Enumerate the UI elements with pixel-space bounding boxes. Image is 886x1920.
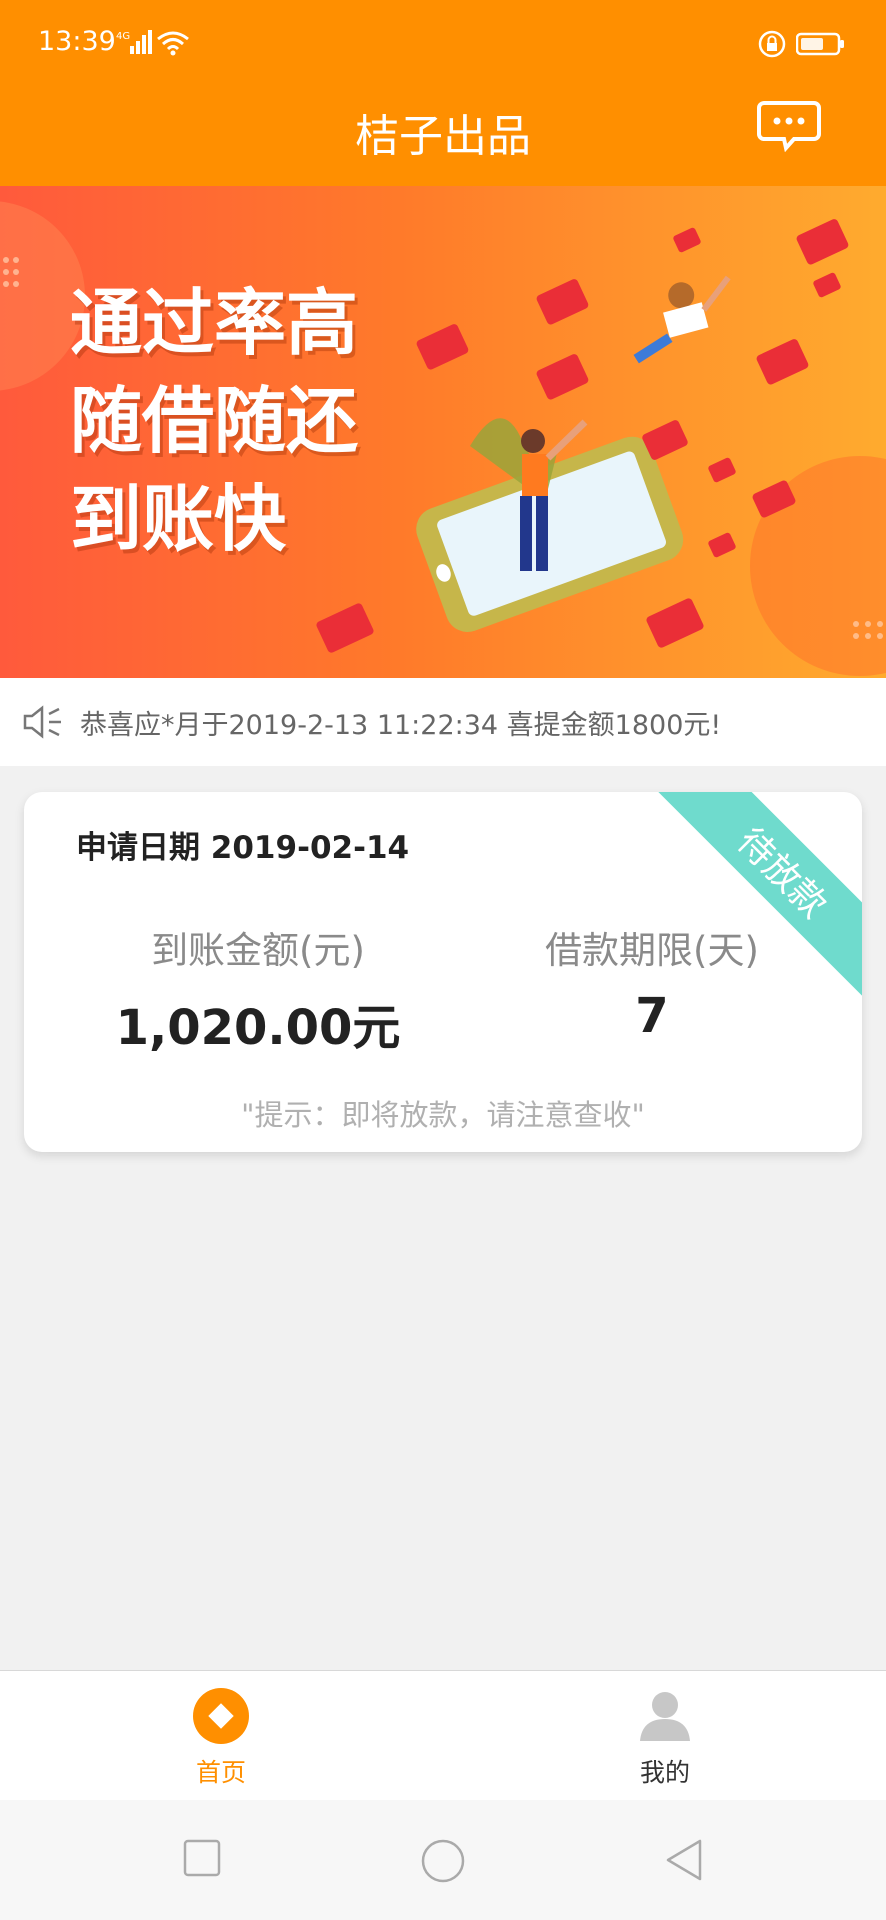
banner-line-1: 通过率高 xyxy=(70,281,359,365)
bottom-tab-bar: 首页 我的 xyxy=(0,1670,886,1801)
notice-text: 恭喜应*月于2019-2-13 11:22:34 喜提金额1800元! xyxy=(80,709,722,741)
user-icon xyxy=(640,1692,690,1741)
card-tip: "提示：即将放款，请注意查收" xyxy=(241,1098,645,1132)
term-value: 7 xyxy=(635,988,669,1044)
amount-section: 到账金额(元) 1,020.00元 xyxy=(58,920,458,1058)
amount-value: 1,020.00元 xyxy=(115,1000,401,1056)
page-title: 桔子出品 xyxy=(355,111,531,162)
tab-home-label: 首页 xyxy=(195,1758,246,1787)
speaker-icon xyxy=(23,705,61,739)
status-time: 13:39 xyxy=(38,26,116,57)
tab-profile[interactable]: 我的 xyxy=(565,1671,765,1801)
battery-icon xyxy=(796,32,844,56)
term-label: 借款期限(天) xyxy=(545,929,759,972)
banner-slogan: 通过率高 随借随还 到账快 xyxy=(70,274,358,568)
rotation-lock-icon xyxy=(758,30,786,58)
system-nav-bar xyxy=(0,1800,886,1920)
notice-bar: 恭喜应*月于2019-2-13 11:22:34 喜提金额1800元! xyxy=(0,678,886,766)
back-triangle-icon[interactable] xyxy=(664,1838,704,1882)
network-label: 4G xyxy=(116,31,130,42)
wifi-icon xyxy=(157,31,189,56)
tab-home[interactable]: 首页 xyxy=(121,1671,321,1801)
banner-line-2: 随借随还 xyxy=(70,379,359,463)
loan-card[interactable]: 申请日期 2019-02-14 待放款 到账金额(元) 1,020.00元 借款… xyxy=(24,792,862,1152)
application-date: 申请日期 2019-02-14 xyxy=(76,830,410,866)
recent-apps-icon[interactable] xyxy=(182,1838,222,1878)
app-header: 13:39 4G 桔子出品 xyxy=(0,0,886,186)
signal-icon: 4G xyxy=(116,30,152,54)
promo-banner[interactable]: 通过率高 随借随还 到账快 xyxy=(0,186,886,678)
tab-profile-label: 我的 xyxy=(639,1758,690,1787)
banner-line-3: 到账快 xyxy=(70,477,287,561)
status-badge: 待放款 xyxy=(728,820,835,927)
chat-bubble-icon[interactable] xyxy=(756,100,822,152)
home-diamond-icon xyxy=(193,1688,249,1744)
amount-label: 到账金额(元) xyxy=(151,929,365,972)
home-circle-icon[interactable] xyxy=(420,1838,466,1884)
term-section: 借款期限(天) 7 xyxy=(452,920,852,1044)
